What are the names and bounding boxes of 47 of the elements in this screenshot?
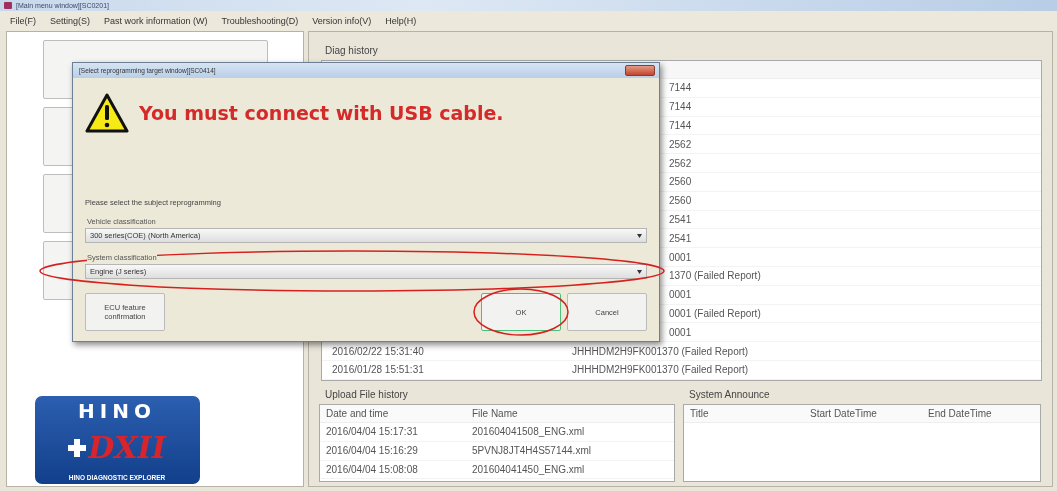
menu-item[interactable]: Setting(S) <box>50 16 91 26</box>
section-title: Diag history <box>324 44 379 58</box>
menu-item[interactable]: Help(H) <box>385 16 417 26</box>
table-cell-text: 5PVNJ8JT4H4S57144.xml <box>471 445 592 457</box>
table-cell-text: 2562 <box>669 157 693 169</box>
logo-product: DXII <box>88 432 166 464</box>
cross-icon <box>68 439 87 457</box>
logo-brand: HINO <box>78 400 156 422</box>
table-cell-text: 1370 (Failed Report) <box>669 270 762 282</box>
warning-icon <box>85 93 129 133</box>
caret-icon <box>637 233 642 238</box>
table-cell-text: 7144 <box>669 101 693 113</box>
table-cell-text: 0001 <box>669 251 693 263</box>
table-cell-text: JHHHDM2H9FK001370 (Failed Report) <box>572 345 750 357</box>
warning-message: You must connect with USB cable. <box>139 102 504 124</box>
table-cell-text: 2016/01/28 15:51:31 <box>331 364 425 376</box>
menu-item[interactable]: Troubleshooting(D) <box>221 16 299 26</box>
column-header: Date and time <box>325 408 390 419</box>
table-cell-text: 7144 <box>669 120 693 131</box>
table-cell-text: JHHHDM2H9FK001370 (Failed Report) <box>572 364 750 376</box>
menu-item[interactable]: Past work information (W) <box>104 16 208 26</box>
table-cell-text: 2016/04/04 15:17:31 <box>325 426 419 438</box>
column-header: End DateTime <box>927 408 993 419</box>
table-cell-text: 2016/04/04 15:08:08 <box>325 464 419 475</box>
column-header: Title <box>689 408 710 419</box>
close-button[interactable] <box>625 65 655 76</box>
table-cell-text: 0001 <box>669 326 693 338</box>
table-cell-text: 2560 <box>669 195 693 207</box>
menu-item[interactable]: File(F) <box>10 16 36 26</box>
column-header: Start DateTime <box>809 408 878 419</box>
table-cell-text: 2016/04/04 15:16:29 <box>325 445 419 457</box>
table-cell-text: 2562 <box>669 138 693 150</box>
table-cell-text: 2560 <box>669 176 693 188</box>
table-cell-text: 7144 <box>669 82 693 94</box>
column-header: File Name <box>471 408 519 419</box>
table-cell-text: 201604041508_ENG.xml <box>471 426 586 438</box>
caret-icon <box>637 269 642 274</box>
menu-item[interactable]: Version info(V) <box>312 16 372 26</box>
table-cell-text: 0001 <box>669 289 693 301</box>
section-title: System Announce <box>688 388 771 402</box>
table-cell-text: 0001 (Failed Report) <box>669 307 762 319</box>
table-cell-text: 2016/02/22 15:31:40 <box>331 345 425 357</box>
table-cell-text: 2541 <box>669 232 693 244</box>
section-title: Upload File history <box>324 388 409 402</box>
table-cell-text: 201604041450_ENG.xml <box>471 464 586 475</box>
app-icon <box>4 2 12 9</box>
table-cell-text: 2541 <box>669 213 693 225</box>
